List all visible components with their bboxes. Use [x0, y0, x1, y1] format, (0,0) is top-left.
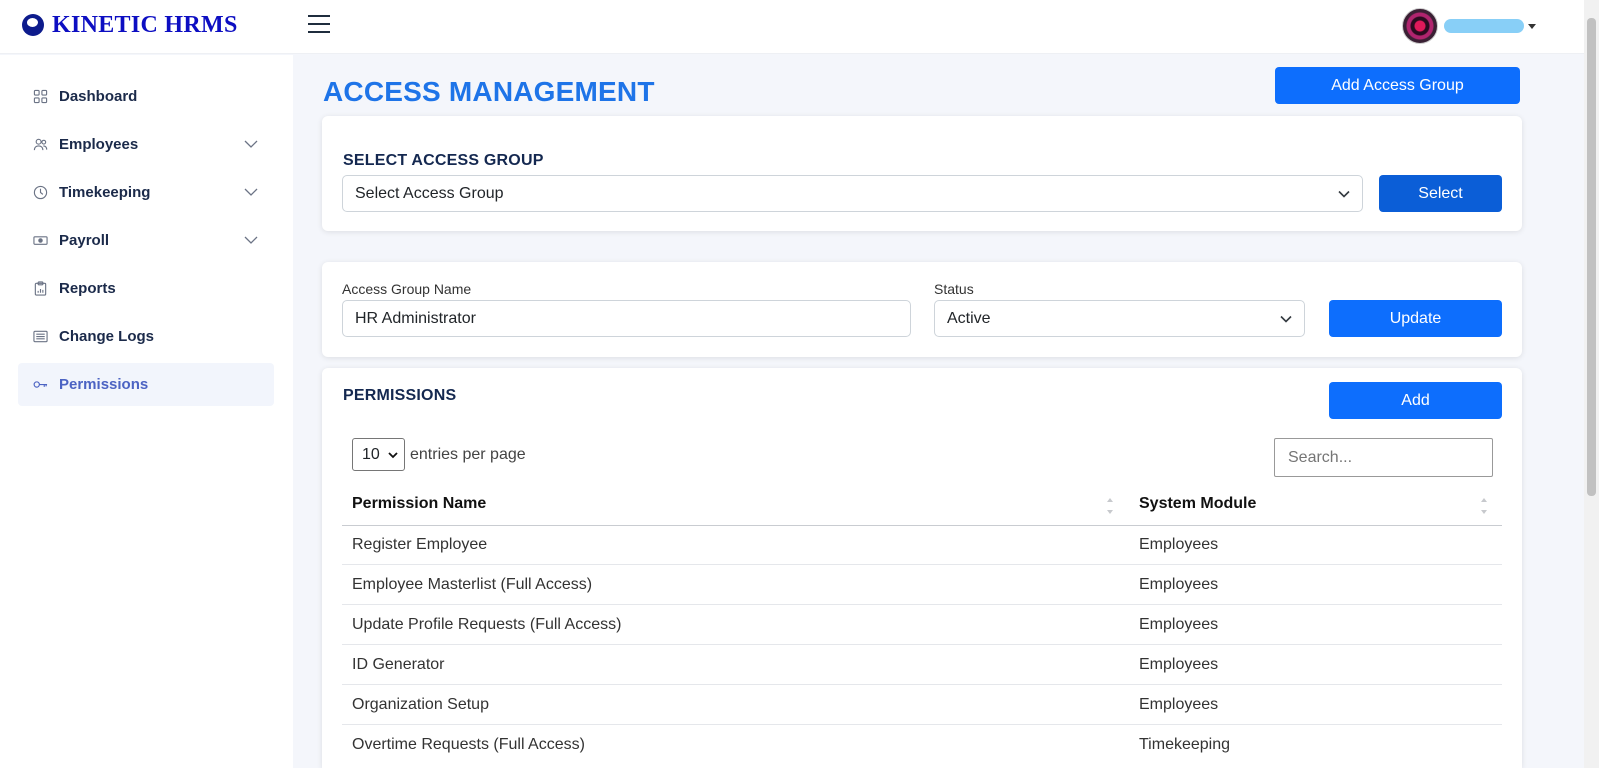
system-module-cell: Timekeeping: [1139, 736, 1231, 753]
table-row[interactable]: ID Generator Employees: [342, 645, 1502, 685]
top-bar: KINETIC HRMS: [0, 0, 1584, 54]
grid-icon: [33, 89, 48, 104]
system-module-cell: Employees: [1139, 536, 1219, 553]
clipboard-chart-icon: [33, 281, 48, 296]
permissions-heading: PERMISSIONS: [343, 387, 457, 404]
list-icon: [33, 329, 48, 344]
sidebar: Dashboard Employees Timekeeping Payroll …: [0, 55, 293, 768]
permission-name-cell: Overtime Requests (Full Access): [352, 736, 585, 753]
logo-icon: [22, 14, 44, 36]
chevron-down-icon: [1280, 315, 1292, 323]
key-icon: [33, 377, 48, 392]
sidebar-item-employees[interactable]: Employees: [18, 123, 274, 166]
permission-name-cell: Organization Setup: [352, 696, 489, 713]
select-button[interactable]: Select: [1379, 175, 1502, 212]
select-access-group-heading: SELECT ACCESS GROUP: [343, 152, 544, 169]
sidebar-item-reports[interactable]: Reports: [18, 267, 274, 310]
cash-icon: [33, 233, 48, 248]
system-module-cell: Employees: [1139, 696, 1219, 713]
entries-per-page-label: entries per page: [410, 446, 526, 463]
chevron-down-icon[interactable]: [244, 233, 258, 247]
table-row[interactable]: Update Profile Requests (Full Access) Em…: [342, 605, 1502, 645]
chevron-down-icon: [1338, 190, 1350, 198]
access-group-select[interactable]: Select Access Group: [342, 175, 1363, 212]
page-scrollbar[interactable]: [1584, 0, 1599, 768]
status-select-value: Active: [947, 309, 991, 327]
sidebar-item-label: Payroll: [59, 232, 110, 249]
app-logo[interactable]: KINETIC HRMS: [22, 10, 238, 40]
logo-text: KINETIC HRMS: [52, 11, 238, 38]
permission-name-cell: Employee Masterlist (Full Access): [352, 576, 593, 593]
people-icon: [33, 137, 48, 152]
chevron-down-icon[interactable]: [244, 185, 258, 199]
permission-name-cell: Update Profile Requests (Full Access): [352, 616, 622, 633]
search-input[interactable]: Search...: [1274, 438, 1493, 477]
sidebar-item-label: Employees: [59, 136, 139, 153]
system-module-cell: Employees: [1139, 616, 1219, 633]
sidebar-item-payroll[interactable]: Payroll: [18, 219, 274, 262]
access-group-select-value: Select Access Group: [355, 184, 504, 202]
page-title: ACCESS MANAGEMENT: [323, 76, 655, 107]
select-access-group-card: [322, 116, 1522, 231]
table-row[interactable]: Organization Setup Employees: [342, 685, 1502, 725]
table-row[interactable]: Register Employee Employees: [342, 525, 1502, 565]
sidebar-item-label: Timekeeping: [59, 184, 151, 201]
search-placeholder: Search...: [1288, 448, 1353, 466]
add-permission-button[interactable]: Add: [1329, 382, 1502, 419]
add-access-group-button[interactable]: Add Access Group: [1275, 67, 1520, 104]
table-row[interactable]: Overtime Requests (Full Access) Timekeep…: [342, 725, 1502, 765]
avatar[interactable]: [1402, 8, 1438, 44]
sort-icon[interactable]: [1480, 496, 1488, 516]
update-button[interactable]: Update: [1329, 300, 1502, 337]
system-module-cell: Employees: [1139, 656, 1219, 673]
system-module-cell: Employees: [1139, 576, 1219, 593]
user-menu[interactable]: [1402, 8, 1536, 44]
sidebar-item-label: Reports: [59, 280, 116, 297]
caret-down-icon[interactable]: [1528, 23, 1536, 29]
access-group-name-value: HR Administrator: [355, 309, 476, 327]
entries-per-page-value: 10: [362, 445, 380, 463]
sort-icon[interactable]: [1106, 496, 1114, 516]
access-group-name-input[interactable]: HR Administrator: [342, 300, 911, 337]
status-label: Status: [934, 281, 974, 297]
access-group-name-label: Access Group Name: [342, 281, 472, 297]
menu-toggle-icon[interactable]: [308, 14, 330, 34]
column-header-permission-name[interactable]: Permission Name: [352, 495, 486, 513]
sidebar-item-change-logs[interactable]: Change Logs: [18, 315, 274, 358]
chevron-down-icon[interactable]: [244, 137, 258, 151]
sidebar-item-label: Permissions: [59, 376, 149, 393]
sidebar-item-label: Dashboard: [59, 88, 138, 105]
clock-icon: [33, 185, 48, 200]
scrollbar-thumb[interactable]: [1587, 18, 1596, 496]
user-name-redacted: [1444, 19, 1524, 33]
table-row[interactable]: Employee Masterlist (Full Access) Employ…: [342, 565, 1502, 605]
chevron-down-icon: [388, 452, 398, 459]
permission-name-cell: ID Generator: [352, 656, 445, 673]
sidebar-item-label: Change Logs: [59, 328, 155, 345]
sidebar-item-permissions[interactable]: Permissions: [18, 363, 274, 406]
sidebar-item-dashboard[interactable]: Dashboard: [18, 75, 274, 118]
sidebar-item-timekeeping[interactable]: Timekeeping: [18, 171, 274, 214]
permission-name-cell: Register Employee: [352, 536, 488, 553]
status-select[interactable]: Active: [934, 300, 1305, 337]
column-header-system-module[interactable]: System Module: [1139, 495, 1256, 513]
entries-per-page-select[interactable]: 10: [352, 438, 405, 471]
